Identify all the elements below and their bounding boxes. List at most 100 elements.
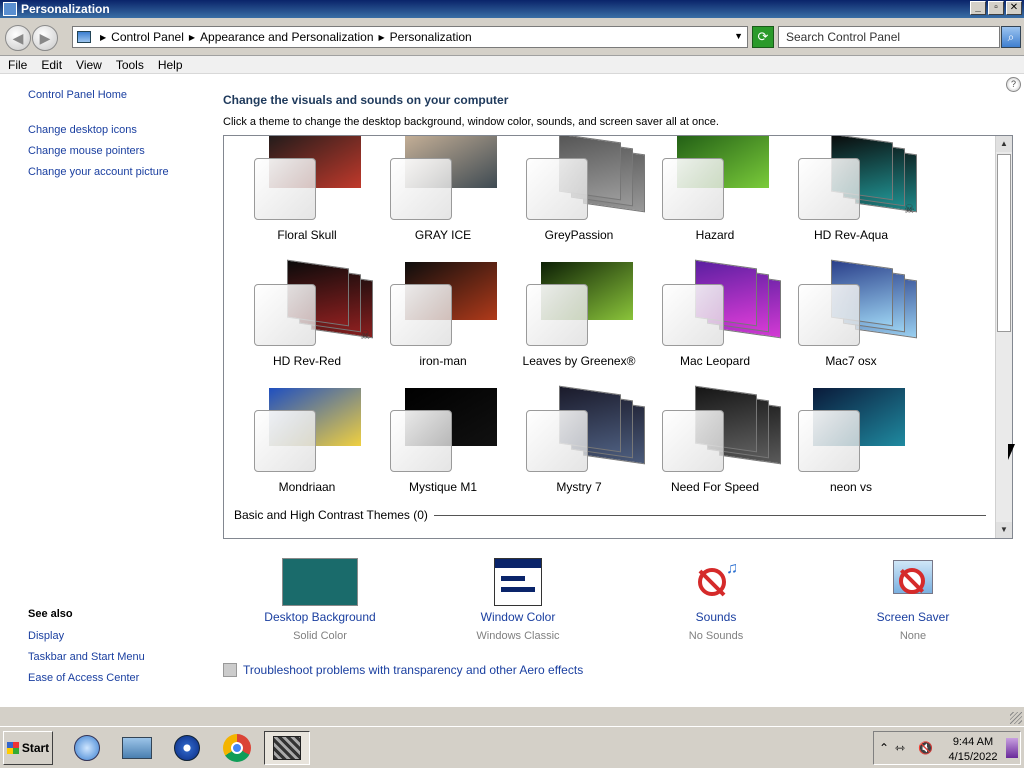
menu-tools[interactable]: Tools <box>109 58 151 72</box>
personalization-icon <box>3 2 17 16</box>
screen-saver-icon <box>889 558 937 606</box>
change-account-picture-link[interactable]: Change your account picture <box>28 166 169 178</box>
theme-color-swatch <box>798 284 860 346</box>
close-button[interactable]: ✕ <box>1006 1 1022 15</box>
safari-taskbar-icon[interactable] <box>64 731 110 765</box>
option-name: Desktop Background <box>264 610 376 624</box>
theme-item[interactable]: Need For Speed <box>647 385 783 508</box>
theme-item[interactable]: neon vs <box>783 388 919 508</box>
theme-name: Hazard <box>695 228 735 242</box>
explorer-taskbar-icon[interactable] <box>114 731 160 765</box>
scroll-down-icon[interactable]: ▼ <box>996 522 1012 538</box>
scroll-up-icon[interactable]: ▲ <box>996 136 1012 152</box>
theme-color-swatch <box>662 284 724 346</box>
scroll-thumb[interactable] <box>997 154 1011 332</box>
menu-edit[interactable]: Edit <box>34 58 69 72</box>
menu-file[interactable]: File <box>1 58 34 72</box>
theme-item[interactable]: Mystique M1 <box>375 388 511 508</box>
sounds-icon: ♫ <box>692 558 740 606</box>
personalization-taskbar-icon[interactable] <box>264 731 310 765</box>
show-hidden-icons-icon[interactable]: ⌃ <box>879 741 889 755</box>
ease-of-access-link[interactable]: Ease of Access Center <box>28 672 139 684</box>
theme-item[interactable]: Leaves by Greenex® <box>511 262 647 382</box>
clock-date[interactable]: 4/15/2022 <box>940 751 1006 763</box>
refresh-button[interactable]: ⟳ <box>752 26 774 48</box>
menu-view[interactable]: View <box>69 58 109 72</box>
menu-help[interactable]: Help <box>151 58 190 72</box>
search-input[interactable]: Search Control Panel <box>778 26 1000 48</box>
window-color-icon <box>494 558 542 606</box>
breadcrumb-appearance[interactable]: Appearance and Personalization <box>200 30 373 44</box>
see-also-heading: See also <box>28 608 73 620</box>
theme-color-swatch <box>254 284 316 346</box>
sounds-option[interactable]: ♫ Sounds No Sounds <box>646 558 786 642</box>
window-color-option[interactable]: Window Color Windows Classic <box>448 558 588 642</box>
theme-color-swatch <box>798 158 860 220</box>
breadcrumb-arrow-icon[interactable]: ▶ <box>189 33 195 42</box>
troubleshoot-link[interactable]: Troubleshoot problems with transparency … <box>223 663 583 677</box>
change-mouse-pointers-link[interactable]: Change mouse pointers <box>28 145 145 157</box>
theme-color-swatch <box>390 158 452 220</box>
option-value: No Sounds <box>688 630 744 642</box>
maximize-button[interactable]: ▫ <box>988 1 1004 15</box>
breadcrumb-arrow-icon[interactable]: ▶ <box>379 33 385 42</box>
forward-button[interactable]: ▶ <box>32 25 58 51</box>
theme-item[interactable]: ☠ HD Rev-Red <box>239 259 375 382</box>
breadcrumb-arrow-icon[interactable]: ▶ <box>100 33 106 42</box>
theme-name: Mystry 7 <box>556 480 602 494</box>
theme-item[interactable]: Mac7 osx <box>783 259 919 382</box>
theme-item[interactable]: Mac Leopard <box>647 259 783 382</box>
theme-item[interactable]: Mondriaan <box>239 388 375 508</box>
theme-item[interactable]: iron-man <box>375 262 511 382</box>
theme-item[interactable]: Mystry 7 <box>511 385 647 508</box>
theme-color-swatch <box>526 158 588 220</box>
skull-badge-icon: ☠ <box>360 328 371 342</box>
change-desktop-icons-link[interactable]: Change desktop icons <box>28 124 137 136</box>
theme-color-swatch <box>254 410 316 472</box>
minimize-button[interactable]: _ <box>970 1 986 15</box>
screen-saver-option[interactable]: Screen Saver None <box>843 558 983 642</box>
breadcrumb-personalization[interactable]: Personalization <box>390 30 472 44</box>
theme-name: GRAY ICE <box>414 228 472 242</box>
help-icon[interactable]: ? <box>1006 77 1021 92</box>
search-icon[interactable]: ⌕ <box>1001 26 1021 48</box>
theme-item[interactable]: Hazard <box>647 136 783 256</box>
theme-name: HD Rev-Red <box>272 354 341 368</box>
theme-item[interactable]: GreyPassion <box>511 136 647 256</box>
breadcrumb-control-panel[interactable]: Control Panel <box>111 30 184 44</box>
theme-name: Mystique M1 <box>408 480 478 494</box>
address-bar[interactable]: ▶ Control Panel ▶ Appearance and Persona… <box>72 26 748 48</box>
theme-list[interactable]: Floral Skull GRAY ICE GreyPassion Hazard ☠ HD… <box>223 135 1013 539</box>
theme-item[interactable]: ☠ HD Rev-Aqua <box>783 136 919 256</box>
back-button[interactable]: ◀ <box>5 25 31 51</box>
volume-muted-icon[interactable]: 🔇 <box>918 741 933 755</box>
control-panel-home-link[interactable]: Control Panel Home <box>28 89 127 101</box>
show-desktop-icon[interactable] <box>1006 738 1018 758</box>
resize-grip-icon[interactable] <box>1010 712 1022 724</box>
chevron-down-icon[interactable]: ▼ <box>734 31 743 41</box>
theme-name: Mac Leopard <box>679 354 751 368</box>
theme-name: HD Rev-Aqua <box>813 228 889 242</box>
theme-color-swatch <box>798 410 860 472</box>
chrome-taskbar-icon[interactable] <box>214 731 260 765</box>
theme-item[interactable]: Floral Skull <box>239 136 375 256</box>
control-panel-icon <box>77 31 91 43</box>
theme-color-swatch <box>662 410 724 472</box>
mouse-cursor-icon <box>1008 444 1015 460</box>
basic-themes-group[interactable]: Basic and High Contrast Themes (0) <box>234 508 986 522</box>
theme-color-swatch <box>526 284 588 346</box>
theme-name: GreyPassion <box>544 228 614 242</box>
clock-time[interactable]: 9:44 AM <box>944 736 1002 748</box>
theme-scrollbar[interactable]: ▲ ▼ <box>995 136 1012 538</box>
desktop-background-option[interactable]: Desktop Background Solid Color <box>250 558 390 642</box>
network-icon[interactable]: ⇿ <box>895 741 905 755</box>
option-value: None <box>899 630 927 642</box>
basic-themes-label: Basic and High Contrast Themes (0) <box>234 508 428 522</box>
theme-item[interactable]: GRAY ICE <box>375 136 511 256</box>
start-button[interactable]: Start <box>3 731 53 765</box>
theme-name: Mac7 osx <box>825 354 877 368</box>
taskbar-start-menu-link[interactable]: Taskbar and Start Menu <box>28 651 145 663</box>
display-link[interactable]: Display <box>28 630 64 642</box>
theme-color-swatch <box>390 410 452 472</box>
quicktime-taskbar-icon[interactable] <box>164 731 210 765</box>
